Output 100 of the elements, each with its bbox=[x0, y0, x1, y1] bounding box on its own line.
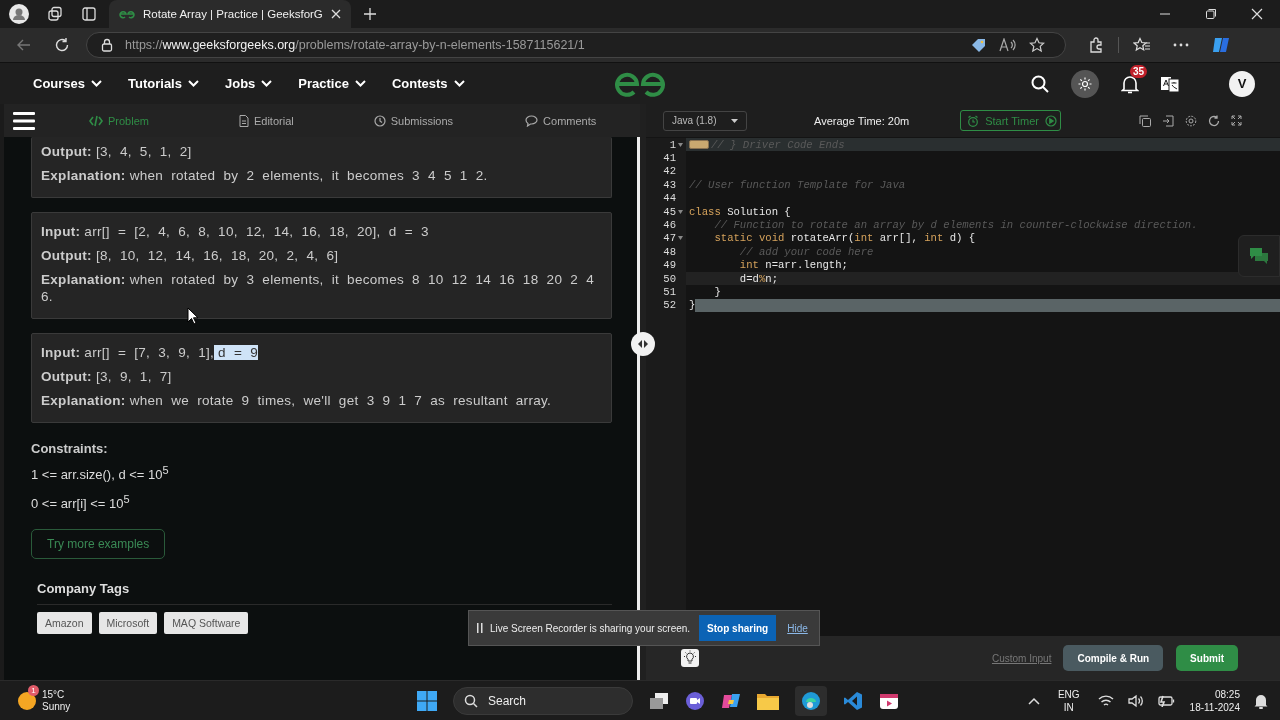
code-line: } bbox=[713, 286, 721, 298]
battery-icon[interactable] bbox=[1157, 694, 1176, 707]
fold-arrow-icon[interactable] bbox=[678, 236, 683, 241]
bell-icon[interactable] bbox=[1121, 73, 1139, 94]
code-line: d=d%n; bbox=[738, 272, 778, 285]
nav-menu[interactable]: Courses bbox=[33, 76, 103, 91]
folder-icon[interactable] bbox=[757, 691, 779, 710]
video-chat-icon[interactable] bbox=[685, 690, 705, 711]
submit-button[interactable]: Submit bbox=[1176, 645, 1238, 671]
close-icon[interactable] bbox=[1251, 8, 1263, 20]
back-icon[interactable] bbox=[16, 37, 32, 53]
line-number: 46 bbox=[663, 219, 676, 232]
new-tab-icon[interactable] bbox=[362, 7, 377, 21]
lightbulb-icon[interactable] bbox=[681, 649, 699, 667]
line-number: 42 bbox=[663, 165, 676, 178]
problem-tab[interactable]: Submissions bbox=[373, 114, 454, 127]
settings-icon[interactable] bbox=[1185, 114, 1197, 127]
reload-icon[interactable] bbox=[54, 37, 70, 53]
try-more-button[interactable]: Try more examples bbox=[31, 528, 166, 559]
address-field[interactable]: https://www.geeksforgeeks.org/problems/rotate-array-by-n-elements-1587115621/1 bbox=[86, 32, 1066, 58]
assistant-icon[interactable] bbox=[1211, 35, 1231, 55]
browser-tab[interactable]: Rotate Array | Practice | GeeksforG bbox=[109, 0, 351, 28]
example-line: Output: [3, 9, 1, 7] bbox=[41, 368, 173, 385]
code-line: class Solution { bbox=[689, 205, 791, 218]
cursor-icon bbox=[187, 307, 199, 325]
code-line: // Function to rotate an array by d elements in counter-clockwise direction. bbox=[713, 219, 1198, 232]
copy-icon[interactable] bbox=[1139, 114, 1151, 127]
compile-run-button[interactable]: Compile & Run bbox=[1063, 645, 1164, 671]
user-avatar[interactable]: V bbox=[1229, 70, 1255, 97]
code-line: static void rotateArr(int arr[], int d) { bbox=[713, 232, 976, 245]
nav-menu[interactable]: Practice bbox=[298, 76, 366, 91]
example-line: Explanation: when we rotate 9 times, we'll get 3 9 1 7 as resultant array. bbox=[41, 392, 553, 409]
arrows-icon bbox=[637, 339, 649, 349]
speech-bubble-icon bbox=[525, 114, 539, 127]
profile-icon[interactable] bbox=[9, 4, 29, 24]
example-line: Explanation: when rotated by 2 elements, it becomes 3 4 5 1 2. bbox=[41, 167, 489, 184]
input-language[interactable]: ENG IN bbox=[1057, 687, 1080, 714]
clock-icon bbox=[373, 114, 386, 127]
more-icon[interactable] bbox=[1173, 43, 1189, 47]
start-icon[interactable] bbox=[417, 690, 437, 711]
nav-menu[interactable]: Tutorials bbox=[128, 76, 199, 91]
reset-icon[interactable] bbox=[1208, 114, 1220, 127]
code-line: } bbox=[689, 299, 696, 312]
example-line: Output: [8, 10, 12, 14, 16, 18, 20, 2, 4, 6] bbox=[41, 247, 340, 264]
search-icon[interactable] bbox=[1031, 74, 1049, 93]
problem-tab[interactable]: Comments bbox=[525, 114, 597, 127]
language-dropdown[interactable]: Java (1.8) bbox=[663, 110, 747, 131]
hide-link[interactable]: Hide bbox=[787, 622, 808, 634]
site-logo-icon bbox=[119, 9, 135, 19]
caret-icon bbox=[91, 80, 103, 87]
tag-icon[interactable] bbox=[971, 38, 987, 52]
site-logo-icon[interactable] bbox=[614, 71, 666, 97]
weather-sun-icon[interactable] bbox=[17, 690, 37, 711]
fold-marker-icon[interactable] bbox=[689, 140, 709, 150]
weather-badge: 1 bbox=[28, 684, 39, 696]
theme-toggle[interactable] bbox=[1071, 69, 1099, 98]
problem-tab[interactable]: Problem bbox=[89, 114, 149, 127]
volume-icon[interactable] bbox=[1127, 693, 1144, 708]
play-icon bbox=[1045, 114, 1057, 127]
fold-arrow-icon[interactable] bbox=[678, 142, 683, 147]
fullscreen-icon[interactable] bbox=[1231, 115, 1242, 126]
code-editor-icon[interactable] bbox=[843, 690, 863, 711]
translate-icon[interactable] bbox=[1161, 75, 1179, 92]
fold-arrow-icon[interactable] bbox=[678, 209, 683, 214]
task-view-icon[interactable] bbox=[649, 691, 669, 710]
example-line: Explanation: when rotated by 3 elements, it becomes 8 10 12 14 16 18 20 2 4 6. bbox=[41, 271, 596, 305]
start-timer-button[interactable]: Start Timer bbox=[960, 110, 1061, 131]
import-icon[interactable] bbox=[1162, 114, 1174, 127]
chat-button[interactable] bbox=[1238, 235, 1280, 277]
workspaces-icon[interactable] bbox=[47, 6, 63, 22]
wifi-icon[interactable] bbox=[1097, 693, 1114, 708]
close-icon[interactable] bbox=[330, 9, 341, 19]
caret-icon bbox=[731, 118, 738, 123]
favorites-icon[interactable] bbox=[1133, 37, 1151, 53]
restore-icon[interactable] bbox=[1205, 8, 1217, 20]
pause-icon bbox=[477, 623, 483, 633]
line-number: 50 bbox=[663, 272, 676, 285]
nav-menu[interactable]: Jobs bbox=[224, 76, 273, 91]
company-tag[interactable]: MAQ Software bbox=[164, 611, 249, 634]
notifications-bell-icon[interactable] bbox=[1254, 692, 1268, 709]
problem-tab[interactable]: Editorial bbox=[238, 114, 294, 127]
stop-sharing-button[interactable]: Stop sharing bbox=[699, 615, 777, 641]
browser-icon[interactable] bbox=[801, 690, 821, 711]
line-number: 45 bbox=[663, 205, 676, 218]
nav-menu[interactable]: Contests bbox=[391, 76, 465, 91]
tab-actions-icon[interactable] bbox=[81, 6, 97, 22]
menu-icon[interactable] bbox=[13, 111, 35, 130]
clock[interactable]: 08:25 18-11-2024 bbox=[1189, 687, 1240, 714]
extensions-icon[interactable] bbox=[1088, 37, 1104, 53]
chat-icon bbox=[1250, 248, 1268, 264]
document-icon bbox=[238, 114, 249, 127]
code-line: // add your code here bbox=[738, 245, 874, 258]
company-tag[interactable]: Microsoft bbox=[98, 611, 158, 634]
line-number: 44 bbox=[663, 192, 676, 205]
read-aloud-icon[interactable] bbox=[999, 38, 1017, 52]
sun-icon bbox=[1078, 76, 1092, 91]
chevron-up-icon[interactable] bbox=[1027, 696, 1040, 705]
star-icon[interactable] bbox=[1029, 37, 1045, 53]
taskbar-search[interactable]: Search bbox=[453, 686, 633, 715]
company-tag[interactable]: Amazon bbox=[37, 611, 92, 634]
